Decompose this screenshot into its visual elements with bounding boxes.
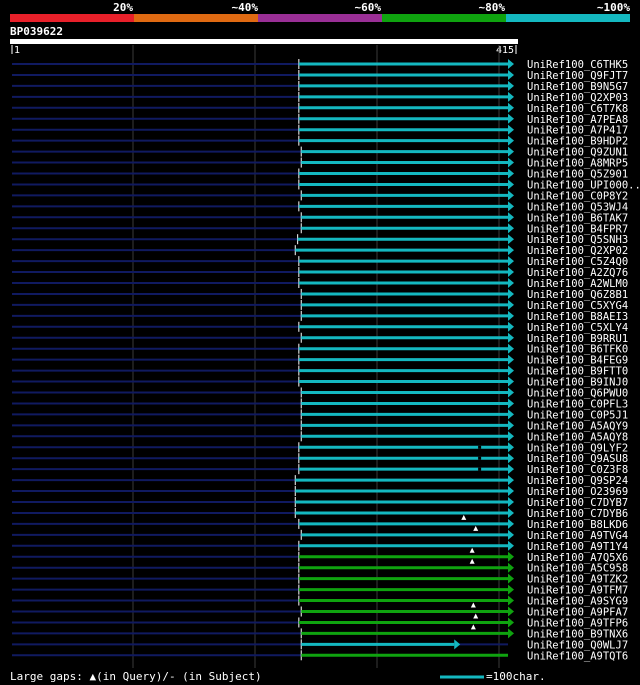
query-gap-triangle-icon [461, 514, 467, 520]
hit-arrow-icon [508, 91, 514, 102]
query-gap-triangle-icon [469, 547, 475, 553]
hit-arrow-icon [508, 267, 514, 278]
hit-arrow-icon [508, 245, 514, 256]
legend-bar-80 [382, 14, 506, 22]
scale-label: =100char. [486, 670, 546, 683]
query-id: BP039622 [10, 25, 63, 38]
legend-bar-20 [10, 14, 134, 22]
hit-arrow-icon [508, 321, 514, 332]
hit-arrow-icon [508, 212, 514, 223]
query-bar [10, 39, 518, 44]
hit-arrow-icon [508, 157, 514, 168]
hit-list: UniRef100_C6THK5UniRef100_Q9FJT7UniRef10… [12, 59, 640, 662]
query-gap-triangle-icon [470, 602, 476, 608]
query-gap-triangle-icon [473, 525, 479, 531]
hit-arrow-icon [508, 507, 514, 518]
hit-arrow-icon [508, 179, 514, 190]
hit-arrow-icon [508, 354, 514, 365]
large-gaps-legend: Large gaps: ▲(in Query)/- (in Subject) [10, 670, 262, 683]
hit-arrow-icon [508, 617, 514, 628]
query-gap-triangle-icon [473, 613, 479, 619]
hit-arrow-icon [508, 278, 514, 288]
hit-arrow-icon [508, 387, 514, 398]
hit-arrow-icon [508, 168, 514, 179]
hit-arrow-icon [508, 497, 514, 507]
hit-arrow-icon [508, 529, 514, 540]
hit-row[interactable]: UniRef100_A9TQT6 [12, 650, 628, 662]
hit-arrow-icon [508, 59, 514, 69]
hit-arrow-icon [508, 332, 514, 343]
hit-arrow-icon [508, 431, 514, 442]
legend-bar-40 [134, 14, 258, 22]
hit-arrow-icon [508, 475, 514, 486]
hit-arrow-icon [508, 409, 514, 420]
hit-arrow-icon [508, 146, 514, 157]
hit-arrow-icon [508, 102, 514, 113]
hit-arrow-icon [508, 486, 514, 497]
hit-arrow-icon [508, 628, 514, 639]
hit-arrow-icon [508, 551, 514, 562]
legend-bar-100 [506, 14, 630, 22]
hit-id-link[interactable]: UniRef100_A9TQT6 [527, 650, 628, 662]
hit-arrow-icon [508, 365, 514, 376]
hit-arrow-icon [454, 639, 461, 650]
hit-arrow-icon [508, 190, 514, 201]
legend-label-20: 20% [113, 1, 133, 14]
hit-arrow-icon [508, 135, 514, 146]
legend-label-60: ~60% [355, 1, 382, 14]
hit-arrow-icon [508, 256, 514, 267]
legend-label-100: ~100% [597, 1, 630, 14]
hit-arrow-icon [508, 584, 514, 595]
hit-arrow-icon [508, 464, 514, 475]
hit-arrow-icon [508, 113, 514, 124]
hit-arrow-icon [508, 234, 514, 245]
hit-arrow-icon [508, 562, 514, 573]
legend-bar-60 [258, 14, 382, 22]
legend-label-80: ~80% [479, 1, 506, 14]
hit-arrow-icon [508, 595, 514, 606]
hit-arrow-icon [508, 442, 514, 453]
hit-arrow-icon [508, 573, 514, 584]
hit-arrow-icon [508, 310, 514, 321]
blast-alignment-graphic: 20% ~40% ~60% ~80% ~100% BP039622 1 415 … [10, 1, 640, 683]
hit-arrow-icon [508, 343, 514, 354]
hit-arrow-icon [508, 518, 514, 529]
hit-arrow-icon [508, 606, 514, 617]
legend-label-40: ~40% [232, 1, 259, 14]
hit-arrow-icon [508, 398, 514, 409]
hit-arrow-icon [508, 420, 514, 431]
guide-lines [132, 45, 500, 668]
identity-legend: 20% ~40% ~60% ~80% ~100% [10, 1, 630, 22]
hit-arrow-icon [508, 299, 514, 310]
hit-arrow-icon [508, 80, 514, 91]
hit-arrow-icon [508, 540, 514, 551]
hit-arrow-icon [508, 288, 514, 299]
query-start-label: 1 [14, 45, 20, 56]
hit-arrow-icon [508, 124, 514, 135]
hit-arrow-icon [508, 453, 514, 464]
query-gap-triangle-icon [470, 624, 476, 630]
query-gap-triangle-icon [469, 558, 475, 564]
hit-arrow-icon [508, 376, 514, 387]
hit-arrow-icon [508, 201, 514, 212]
hit-arrow-icon [508, 69, 514, 80]
hit-arrow-icon [508, 223, 514, 234]
